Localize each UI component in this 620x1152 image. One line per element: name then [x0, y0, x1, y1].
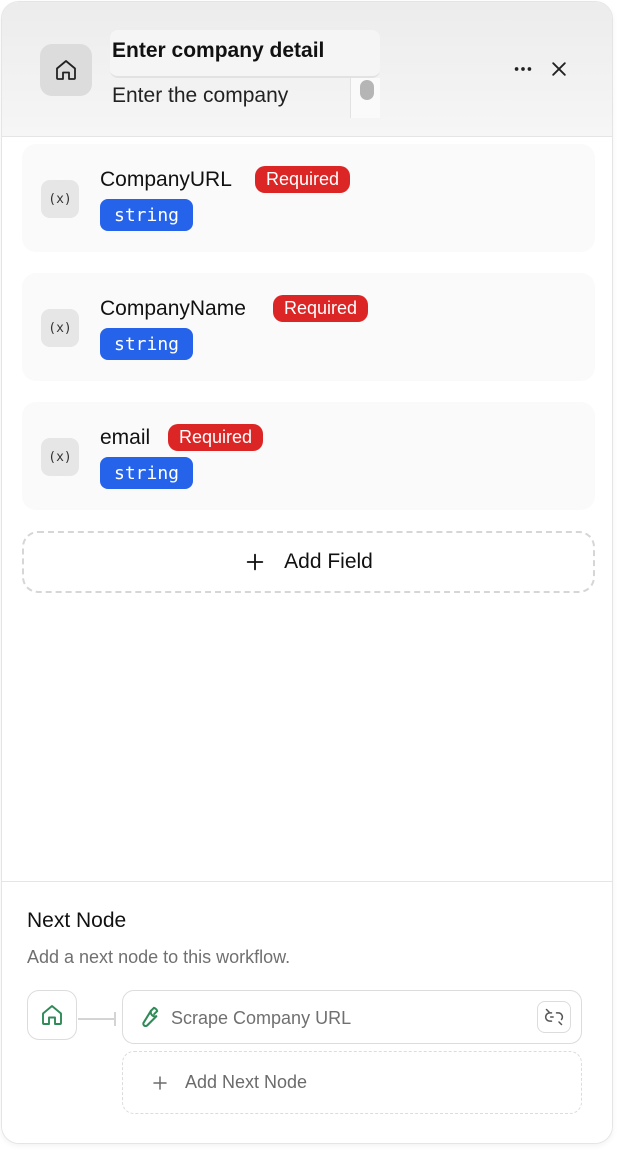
next-node-title: Next Node	[27, 909, 127, 932]
scrollbar-thumb[interactable]	[360, 80, 374, 100]
add-field-label: Add Field	[284, 550, 373, 573]
more-horizontal-icon	[514, 67, 532, 71]
node-type-badge	[40, 44, 92, 96]
connector-line	[78, 1018, 116, 1020]
variable-icon: (x)	[41, 180, 79, 218]
required-badge: Required	[255, 166, 351, 193]
add-next-node-button[interactable]: Add Next Node	[122, 1051, 582, 1114]
next-node-section: Next Node Add a next node to this workfl…	[2, 881, 612, 1143]
connector-cap	[114, 1012, 116, 1026]
current-node-badge	[27, 990, 77, 1040]
plus-icon	[246, 553, 264, 571]
field-name: CompanyURL	[100, 168, 232, 191]
next-node-card[interactable]: Scrape Company URL	[122, 990, 582, 1044]
unlink-icon	[544, 1008, 564, 1026]
description-textarea[interactable]: Enter the company	[110, 78, 380, 118]
next-node-description: Add a next node to this workflow.	[27, 947, 291, 967]
plus-icon	[153, 1075, 167, 1090]
required-badge: Required	[168, 424, 264, 451]
node-description: Enter the company	[112, 84, 289, 107]
variable-icon: (x)	[41, 309, 79, 347]
home-icon	[56, 60, 76, 80]
type-badge: string	[100, 457, 194, 489]
node-panel: Enter company detail Enter the company (…	[1, 1, 613, 1144]
next-node-label: Scrape Company URL	[171, 1008, 352, 1028]
close-button[interactable]	[544, 54, 574, 84]
type-badge: string	[100, 199, 194, 231]
type-badge: string	[100, 328, 194, 360]
required-badge: Required	[273, 295, 369, 322]
close-icon	[552, 62, 566, 76]
field-card[interactable]: (x) CompanyName Required string	[22, 273, 595, 381]
node-title[interactable]: Enter company detail	[112, 39, 324, 63]
add-next-node-label: Add Next Node	[185, 1072, 308, 1092]
home-icon	[42, 1005, 62, 1025]
add-field-button[interactable]: Add Field	[22, 531, 595, 593]
field-card[interactable]: (x) email Required string	[22, 402, 595, 510]
more-options-button[interactable]	[508, 54, 538, 84]
panel-header: Enter company detail Enter the company	[2, 2, 612, 137]
field-name: email	[100, 426, 151, 449]
wrench-icon	[142, 1006, 159, 1027]
description-scrollbar[interactable]	[350, 78, 380, 118]
field-card[interactable]: (x) CompanyURL Required string	[22, 144, 595, 252]
field-name: CompanyName	[100, 297, 246, 320]
variable-icon: (x)	[41, 438, 79, 476]
unlink-button[interactable]	[537, 1001, 571, 1033]
